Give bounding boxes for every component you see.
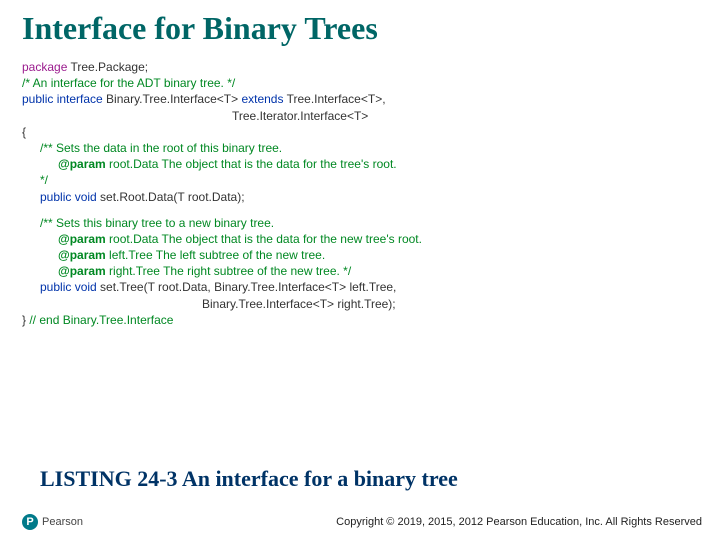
listing-caption: LISTING 24-3 An interface for a binary t… — [40, 466, 458, 492]
comment-line: @param root.Data The object that is the … — [22, 156, 720, 172]
logo-name: Pearson — [42, 516, 83, 528]
logo-icon: P — [22, 514, 38, 530]
code-line: package Tree.Package; — [22, 59, 720, 75]
comment-line: /** Sets the data in the root of this bi… — [22, 140, 720, 156]
comment-line: /** Sets this binary tree to a new binar… — [22, 215, 720, 231]
slide-title: Interface for Binary Trees — [0, 0, 720, 59]
comment-text: root.Data The object that is the data fo… — [106, 232, 422, 246]
comment-line: /* An interface for the ADT binary tree.… — [22, 75, 720, 91]
code-text: set.Tree(T root.Data, Binary.Tree.Interf… — [97, 280, 397, 294]
code-line: Binary.Tree.Interface<T> right.Tree); — [22, 296, 720, 312]
javadoc-tag: @param — [58, 264, 106, 278]
code-line: public void set.Tree(T root.Data, Binary… — [22, 279, 720, 295]
keyword: public interface — [22, 92, 103, 106]
javadoc-tag: @param — [58, 157, 106, 171]
comment-line: @param left.Tree The left subtree of the… — [22, 247, 720, 263]
comment-text: // end Binary.Tree.Interface — [29, 313, 173, 327]
code-block: package Tree.Package; /* An interface fo… — [0, 59, 720, 328]
javadoc-tag: @param — [58, 248, 106, 262]
code-text: Tree.Interface<T>, — [283, 92, 385, 106]
code-text: Tree.Package; — [67, 60, 148, 74]
code-text: Binary.Tree.Interface<T> — [103, 92, 242, 106]
comment-line: */ — [22, 172, 720, 188]
code-line: public interface Binary.Tree.Interface<T… — [22, 91, 720, 107]
keyword: public void — [40, 190, 97, 204]
publisher-logo: P Pearson — [22, 514, 83, 530]
code-line: public void set.Root.Data(T root.Data); — [22, 189, 720, 205]
comment-text: left.Tree The left subtree of the new tr… — [106, 248, 325, 262]
brace-open: { — [22, 124, 720, 140]
keyword: public void — [40, 280, 97, 294]
code-line: Tree.Iterator.Interface<T> — [22, 108, 720, 124]
comment-text: root.Data The object that is the data fo… — [106, 157, 397, 171]
comment-line: @param right.Tree The right subtree of t… — [22, 263, 720, 279]
comment-line: @param root.Data The object that is the … — [22, 231, 720, 247]
keyword: extends — [241, 92, 283, 106]
keyword-package: package — [22, 60, 67, 74]
comment-text: right.Tree The right subtree of the new … — [106, 264, 351, 278]
code-text: set.Root.Data(T root.Data); — [97, 190, 245, 204]
copyright-text: Copyright © 2019, 2015, 2012 Pearson Edu… — [336, 516, 702, 528]
code-line: } // end Binary.Tree.Interface — [22, 312, 720, 328]
javadoc-tag: @param — [58, 232, 106, 246]
